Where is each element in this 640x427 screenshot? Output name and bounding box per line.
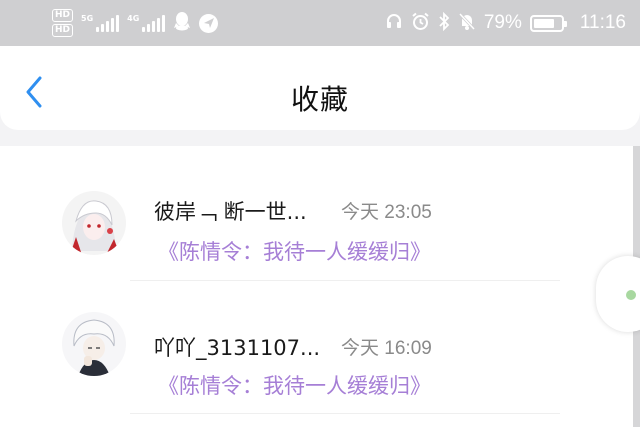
- list-item[interactable]: 吖吖_3131107... 今天 16:09 《陈情令：我待一人缓缓归》: [0, 280, 633, 414]
- qq-icon: [173, 11, 191, 35]
- navigation-app-icon: [199, 13, 219, 33]
- avatar[interactable]: [62, 312, 126, 376]
- network-type-sim1: 5G: [81, 14, 94, 23]
- battery-icon: [529, 14, 567, 32]
- status-right: 79% 11:16: [385, 11, 626, 35]
- hd-indicators: HD HD: [52, 9, 74, 37]
- float-dot-icon: [626, 290, 636, 300]
- favorite-title-link[interactable]: 《陈情令：我待一人缓缓归》: [158, 370, 431, 400]
- avatar[interactable]: [62, 191, 126, 255]
- username[interactable]: 彼岸﹁ 断一世...: [154, 196, 307, 226]
- bluetooth-icon: [438, 11, 450, 35]
- page-title: 收藏: [290, 83, 349, 116]
- list-item[interactable]: 彼岸﹁ 断一世... 今天 23:05 《陈情令：我待一人缓缓归》: [0, 146, 633, 281]
- nav-bar: 收藏: [0, 46, 640, 130]
- timestamp: 今天 23:05: [341, 202, 432, 223]
- status-time: 11:16: [579, 12, 626, 33]
- favorites-list: 彼岸﹁ 断一世... 今天 23:05 《陈情令：我待一人缓缓归》 吖吖_313…: [0, 146, 633, 427]
- favorite-title-link[interactable]: 《陈情令：我待一人缓缓归》: [158, 236, 431, 266]
- mute-notification-icon: [458, 12, 476, 35]
- battery-percent: 79%: [483, 12, 522, 33]
- battery-level: [533, 18, 555, 28]
- floating-action-button[interactable]: [596, 256, 640, 332]
- headphones-icon: [385, 12, 403, 34]
- hd-badge-2: HD: [52, 24, 74, 37]
- hd-badge-1: HD: [52, 9, 74, 22]
- status-left: HD HD 5G 4G: [52, 9, 219, 37]
- username[interactable]: 吖吖_3131107...: [154, 332, 320, 362]
- alarm-icon: [411, 12, 430, 35]
- status-bar: HD HD 5G 4G 79% 11:16: [0, 0, 640, 46]
- divider: [130, 413, 560, 414]
- network-type-sim2: 4G: [127, 14, 140, 23]
- signal-icon-sim2: 4G: [127, 14, 166, 32]
- timestamp: 今天 16:09: [341, 338, 432, 359]
- signal-icon-sim1: 5G: [81, 14, 120, 32]
